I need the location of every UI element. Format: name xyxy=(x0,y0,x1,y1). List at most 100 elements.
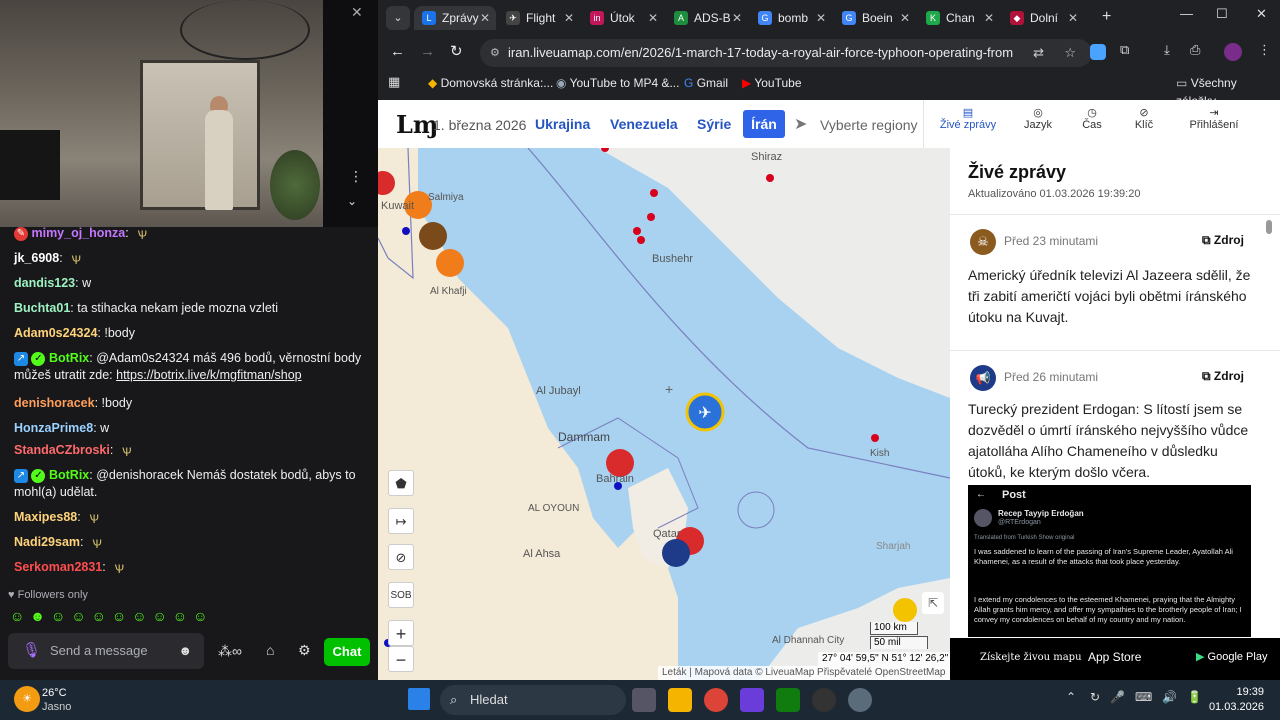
browser-tab[interactable]: Gbomb ✕ xyxy=(750,6,832,30)
measure-button[interactable]: ↦ xyxy=(388,508,414,534)
chat-username[interactable]: HonzaPrime8 xyxy=(14,421,93,435)
collapse-icon[interactable]: ⇱ xyxy=(922,592,944,614)
chat-username[interactable]: mimy_oj_honza xyxy=(31,226,125,240)
region-ukrajina[interactable]: Ukrajina xyxy=(535,116,590,132)
tab-close-icon[interactable]: ✕ xyxy=(1068,6,1078,30)
sob-button[interactable]: SOB xyxy=(388,582,414,608)
tab-close-icon[interactable]: ✕ xyxy=(564,6,574,30)
tweet-image[interactable]: ← Post Recep Tayyip Erdoğan @RTErdogan T… xyxy=(968,485,1251,637)
chat-username[interactable]: dandis123 xyxy=(14,276,75,290)
tray-icons[interactable]: ↻🎤⌨🔊🔋 xyxy=(1090,690,1212,704)
emoji-icon[interactable]: ☻ xyxy=(178,633,192,669)
obs-icon[interactable] xyxy=(812,688,836,712)
browser-tab[interactable]: K Chan ✕ xyxy=(918,6,1000,30)
settings-icon[interactable] xyxy=(848,688,872,712)
download-icon[interactable]: ⤓ xyxy=(1164,42,1170,58)
tab-search-icon[interactable]: ⌄ xyxy=(386,6,410,30)
close-window-icon[interactable]: ✕ xyxy=(1256,6,1267,22)
menu-icon[interactable]: ⋮ xyxy=(1258,42,1271,58)
xbox-icon[interactable] xyxy=(776,688,800,712)
news-card[interactable]: ☠ Před 23 minutami ⧉ Zdroj Americký úřed… xyxy=(950,214,1280,350)
region-syrie[interactable]: Sýrie xyxy=(697,116,731,132)
start-button[interactable] xyxy=(408,688,430,710)
map-attribution[interactable]: Leták | Mapová data © LiveuaMap Přispěva… xyxy=(658,666,950,680)
tab-close-icon[interactable]: ✕ xyxy=(816,6,826,30)
chat-username[interactable]: Buchta01 xyxy=(14,301,70,315)
store-icon[interactable]: ⌂ xyxy=(266,642,274,658)
chevron-up-icon[interactable]: ⌃ xyxy=(1066,690,1076,704)
new-tab-icon[interactable]: + xyxy=(1102,8,1111,26)
chat-username[interactable]: BotRix xyxy=(49,468,89,482)
google-play-button[interactable]: ▶ Google Play xyxy=(1196,650,1267,663)
browser-tab[interactable]: ✈ Flight ✕ xyxy=(498,6,580,30)
file-explorer-icon[interactable] xyxy=(668,688,692,712)
bookmark-youtube[interactable]: ▶ YouTube xyxy=(742,74,802,92)
chevron-down-icon[interactable]: ⌄ xyxy=(347,194,357,208)
maximize-icon[interactable]: ☐ xyxy=(1216,6,1228,22)
map-area[interactable]: ✈ + Shiraz Bushehr Al Jubayl Dammam Bahr… xyxy=(378,148,950,680)
bookmark-youtube-mp4[interactable]: ◉ YouTube to MP4 &... xyxy=(556,74,679,92)
bookmark-domovska[interactable]: ◆ Domovská stránka:... xyxy=(428,74,553,92)
browser-tab[interactable]: in Útok ✕ xyxy=(582,6,664,30)
profile-avatar[interactable] xyxy=(1224,43,1242,61)
chat-username[interactable]: Serkoman2831 xyxy=(14,560,102,574)
chrome-icon[interactable] xyxy=(704,688,728,712)
site-info-icon[interactable]: ⚙ xyxy=(490,39,500,67)
chat-username[interactable]: Nadi29sam xyxy=(14,535,80,549)
chat-username[interactable]: StandaCZbroski xyxy=(14,443,110,457)
zoom-out-button[interactable]: − xyxy=(388,646,414,672)
back-icon[interactable]: ← xyxy=(390,43,405,60)
more-options-icon[interactable]: ⋮ xyxy=(349,168,363,185)
chat-username[interactable]: jk_6908 xyxy=(14,251,59,265)
chat-username[interactable]: BotRix xyxy=(49,351,89,365)
select-regions[interactable]: Vyberte regiony xyxy=(820,117,918,133)
extensions-puzzle-icon[interactable]: ⧉ xyxy=(1120,42,1129,58)
reload-icon[interactable]: ↻ xyxy=(450,42,463,60)
chat-username[interactable]: Adam0s24324 xyxy=(14,326,97,340)
taskbar-search[interactable]: ⌕ Hledat xyxy=(440,685,626,715)
emote-row[interactable]: ☺☻☺☺☺☺☺☺☺☺ xyxy=(10,608,250,626)
send-message-input[interactable]: 🎙 Send a message ☻ xyxy=(8,633,204,669)
points-icon[interactable]: ⁂∞ xyxy=(218,643,242,660)
chat-username[interactable]: denishoracek xyxy=(14,396,95,410)
browser-tab[interactable]: A ADS-B ✕ xyxy=(666,6,748,30)
menu-time[interactable]: ◷ Čas xyxy=(1062,106,1122,131)
browser-tab[interactable]: G Boein ✕ xyxy=(834,6,916,30)
region-iran[interactable]: Írán xyxy=(743,110,785,138)
apps-grid-icon[interactable]: ▦ xyxy=(388,74,400,90)
settings-gear-icon[interactable]: ⚙ xyxy=(298,642,311,659)
app-store-button[interactable]: App Store xyxy=(1088,650,1141,664)
capture-icon[interactable]: ⎙ xyxy=(1190,42,1200,58)
chat-username[interactable]: Maxipes88 xyxy=(14,510,77,524)
tab-close-icon[interactable]: ✕ xyxy=(984,6,994,30)
chat-send-button[interactable]: Chat xyxy=(324,638,370,666)
scrollbar[interactable] xyxy=(1266,220,1272,234)
zoom-in-button[interactable]: + xyxy=(388,620,414,646)
source-link[interactable]: ⧉ Zdroj xyxy=(1202,369,1244,384)
bookmark-star-icon[interactable]: ☆ xyxy=(1064,39,1076,67)
browser-tab[interactable]: ◆ Dolní ✕ xyxy=(1002,6,1084,30)
task-view-icon[interactable] xyxy=(632,688,656,712)
menu-live-news[interactable]: ▤ Živé zprávy xyxy=(938,106,998,131)
weather-icon[interactable]: ☀ xyxy=(14,686,40,712)
tab-close-icon[interactable]: ✕ xyxy=(900,6,910,30)
app-icon[interactable] xyxy=(740,688,764,712)
minimize-icon[interactable]: — xyxy=(1180,6,1193,21)
draw-polygon-button[interactable]: ⬟ xyxy=(388,470,414,496)
browser-tab[interactable]: L Zprávy ✕ xyxy=(414,6,496,30)
chat-link[interactable]: https://botrix.live/k/mgfitman/shop xyxy=(116,368,302,382)
tab-close-icon[interactable]: ✕ xyxy=(480,6,490,30)
source-link[interactable]: ⧉ Zdroj xyxy=(1202,233,1244,248)
extension-icon[interactable] xyxy=(1090,44,1106,60)
hide-layer-button[interactable]: ⊘ xyxy=(388,544,414,570)
liveuamap-logo[interactable]: Lɱ xyxy=(396,110,438,139)
menu-login[interactable]: ⇥ Přihlášení xyxy=(1179,106,1249,131)
tab-close-icon[interactable]: ✕ xyxy=(732,6,742,30)
tab-close-icon[interactable]: ✕ xyxy=(648,6,658,30)
translate-icon[interactable]: ⇄ xyxy=(1033,39,1044,67)
region-venezuela[interactable]: Venezuela xyxy=(610,116,678,132)
menu-language[interactable]: ◎ Jazyk xyxy=(1008,106,1068,131)
forward-icon[interactable]: → xyxy=(420,43,435,60)
close-icon[interactable]: ✕ xyxy=(351,4,363,21)
bookmark-gmail[interactable]: G Gmail xyxy=(684,74,728,92)
